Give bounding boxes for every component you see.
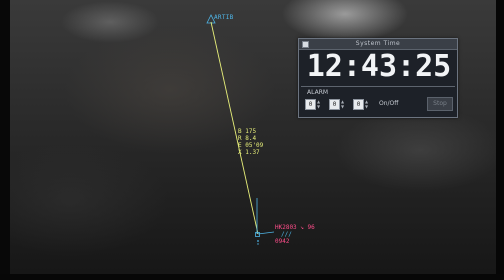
- track-bearing: B 175: [238, 128, 257, 135]
- alarm-hours-field[interactable]: 0: [305, 99, 316, 110]
- minutes-stepper-icon[interactable]: ▲ ▼: [341, 99, 346, 110]
- aircraft-callsign: HK2803 ↘ 96: [275, 224, 315, 231]
- aircraft-data-block[interactable]: HK2803 ↘ 96 /// 0942: [275, 224, 315, 245]
- clock-time-display: 12:43:25: [306, 49, 452, 84]
- aircraft-alt-marks: ///: [281, 231, 292, 238]
- track-extra: X 1.37: [238, 149, 260, 156]
- history-dot: [257, 243, 259, 245]
- alarm-label: ALARM: [307, 89, 329, 96]
- aircraft-code: 0942: [275, 238, 290, 245]
- alarm-minutes-field[interactable]: 0: [329, 99, 340, 110]
- widget-divider: [301, 86, 455, 87]
- track-range: R 8.4: [238, 135, 257, 142]
- system-time-widget: System Time 12:43:25 ALARM 0 ▲ ▼ 0 ▲ ▼ 0 ▲…: [298, 38, 458, 118]
- alarm-onoff-toggle[interactable]: On/Off: [379, 100, 398, 107]
- label-leader-line: [257, 231, 275, 235]
- track-data-block: B 175 R 8.4 E 05'09 X 1.37: [238, 128, 263, 156]
- widget-title: System Time: [355, 40, 401, 47]
- history-dot: [257, 240, 259, 242]
- alarm-seconds-field[interactable]: 0: [353, 99, 364, 110]
- hours-stepper-icon[interactable]: ▲ ▼: [317, 99, 322, 110]
- stop-button[interactable]: Stop: [427, 97, 453, 111]
- seconds-stepper-icon[interactable]: ▲ ▼: [365, 99, 370, 110]
- waypoint-label[interactable]: ARTIB: [214, 14, 234, 21]
- track-eta: E 05'09: [238, 142, 264, 149]
